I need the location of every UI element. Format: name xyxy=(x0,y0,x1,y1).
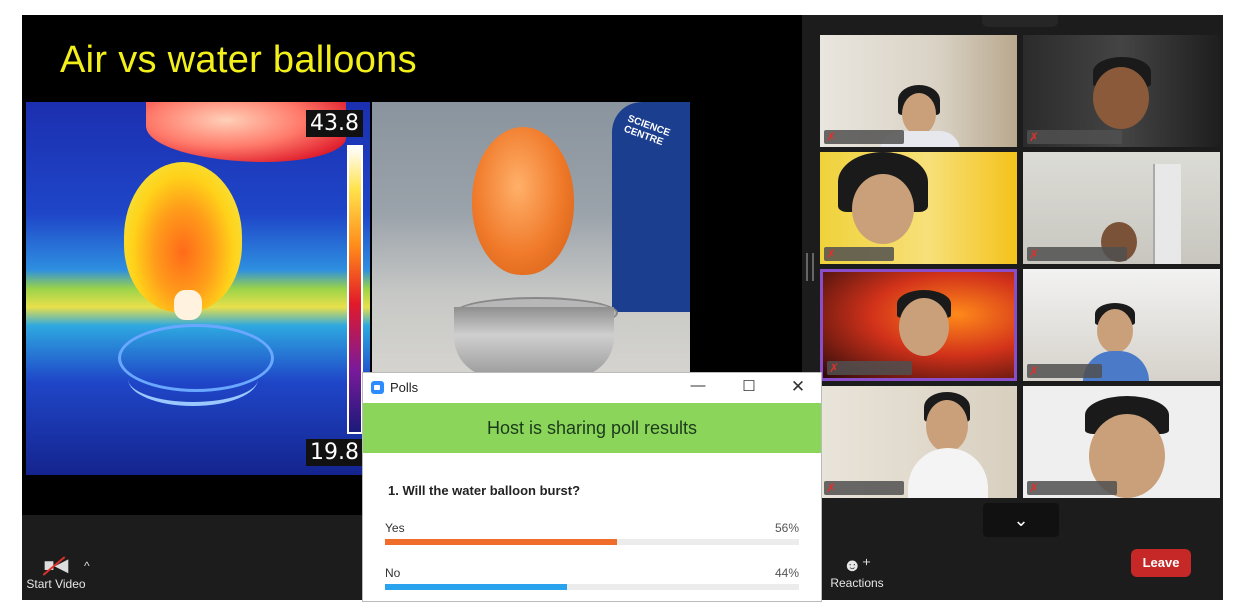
video-tile[interactable]: ✗ xyxy=(820,269,1017,381)
video-tile[interactable]: ✗ xyxy=(820,386,1017,498)
poll-result-bar xyxy=(385,584,568,590)
video-tile[interactable]: ✗ xyxy=(1023,386,1220,498)
participant-name-redacted xyxy=(1027,247,1127,261)
poll-option-percent: 56% xyxy=(774,521,799,535)
video-tile[interactable]: ✗ xyxy=(1023,35,1220,147)
participant-name-redacted xyxy=(1027,481,1117,495)
participant-face xyxy=(852,174,914,244)
temperature-max-label: 43.8 xyxy=(306,110,363,137)
polls-titlebar[interactable]: Polls — ☐ ✕ xyxy=(363,373,821,403)
thermal-dish-base xyxy=(128,352,258,406)
muted-mic-icon: ✗ xyxy=(1029,247,1040,261)
video-tile[interactable]: ✗ xyxy=(1023,152,1220,264)
poll-option-percent: 44% xyxy=(774,566,799,580)
start-video-label: Start Video xyxy=(26,577,86,591)
participant-face xyxy=(902,93,936,135)
minimize-button[interactable]: — xyxy=(683,377,713,394)
polls-window: Polls — ☐ ✕ Host is sharing poll results… xyxy=(362,372,822,602)
poll-result-bar xyxy=(385,539,617,545)
muted-mic-icon: ✗ xyxy=(1029,130,1040,144)
muted-mic-icon: ✗ xyxy=(1029,364,1040,378)
orange-balloon xyxy=(472,127,574,275)
poll-result-track xyxy=(385,539,799,545)
background-pillar xyxy=(1153,164,1181,264)
poll-question: 1. Will the water balloon burst? xyxy=(388,483,581,498)
thermal-flame xyxy=(174,290,202,320)
balloon-photo: SCIENCE CENTRE xyxy=(372,102,690,377)
participant-face xyxy=(926,400,968,452)
thermal-image xyxy=(26,102,370,475)
participant-shirt xyxy=(908,448,988,498)
muted-mic-icon: ✗ xyxy=(826,481,837,495)
muted-mic-icon: ✗ xyxy=(826,247,837,261)
video-tile[interactable]: ✗ xyxy=(820,35,1017,147)
gallery-resize-handle[interactable] xyxy=(806,253,814,281)
leave-button[interactable]: Leave xyxy=(1131,549,1191,577)
poll-results-banner: Host is sharing poll results xyxy=(363,403,821,453)
temperature-min-label: 19.8 xyxy=(306,439,363,466)
polls-window-title: Polls xyxy=(390,380,419,395)
gallery-top-handle[interactable] xyxy=(982,15,1058,27)
poll-option-label: Yes xyxy=(385,521,405,535)
reactions-label: Reactions xyxy=(830,576,884,590)
poll-result-track xyxy=(385,584,799,590)
poll-option-label: No xyxy=(385,566,401,580)
participant-face xyxy=(1097,309,1133,353)
participant-name-redacted xyxy=(827,361,912,375)
close-button[interactable]: ✕ xyxy=(783,377,813,397)
smiley-plus-icon: ☻⁺ xyxy=(842,555,872,575)
muted-mic-icon: ✗ xyxy=(1029,481,1040,495)
video-tile[interactable]: ✗ xyxy=(1023,269,1220,381)
gallery-next-page-button[interactable]: ⌄ xyxy=(983,503,1059,537)
slide-title: Air vs water balloons xyxy=(60,39,417,81)
participant-face xyxy=(899,298,949,356)
muted-mic-icon: ✗ xyxy=(826,130,837,144)
temperature-scale-bar xyxy=(347,145,363,434)
reactions-button[interactable]: ☻⁺ Reactions xyxy=(822,555,892,590)
metal-pot xyxy=(454,307,614,377)
participant-name-redacted xyxy=(1027,130,1122,144)
video-options-caret[interactable]: ^ xyxy=(84,559,90,573)
participant-face xyxy=(1093,67,1149,129)
maximize-button[interactable]: ☐ xyxy=(734,377,764,395)
video-tile[interactable]: ✗ xyxy=(820,152,1017,264)
muted-mic-icon: ✗ xyxy=(829,361,840,375)
zoom-logo-icon xyxy=(371,381,384,394)
